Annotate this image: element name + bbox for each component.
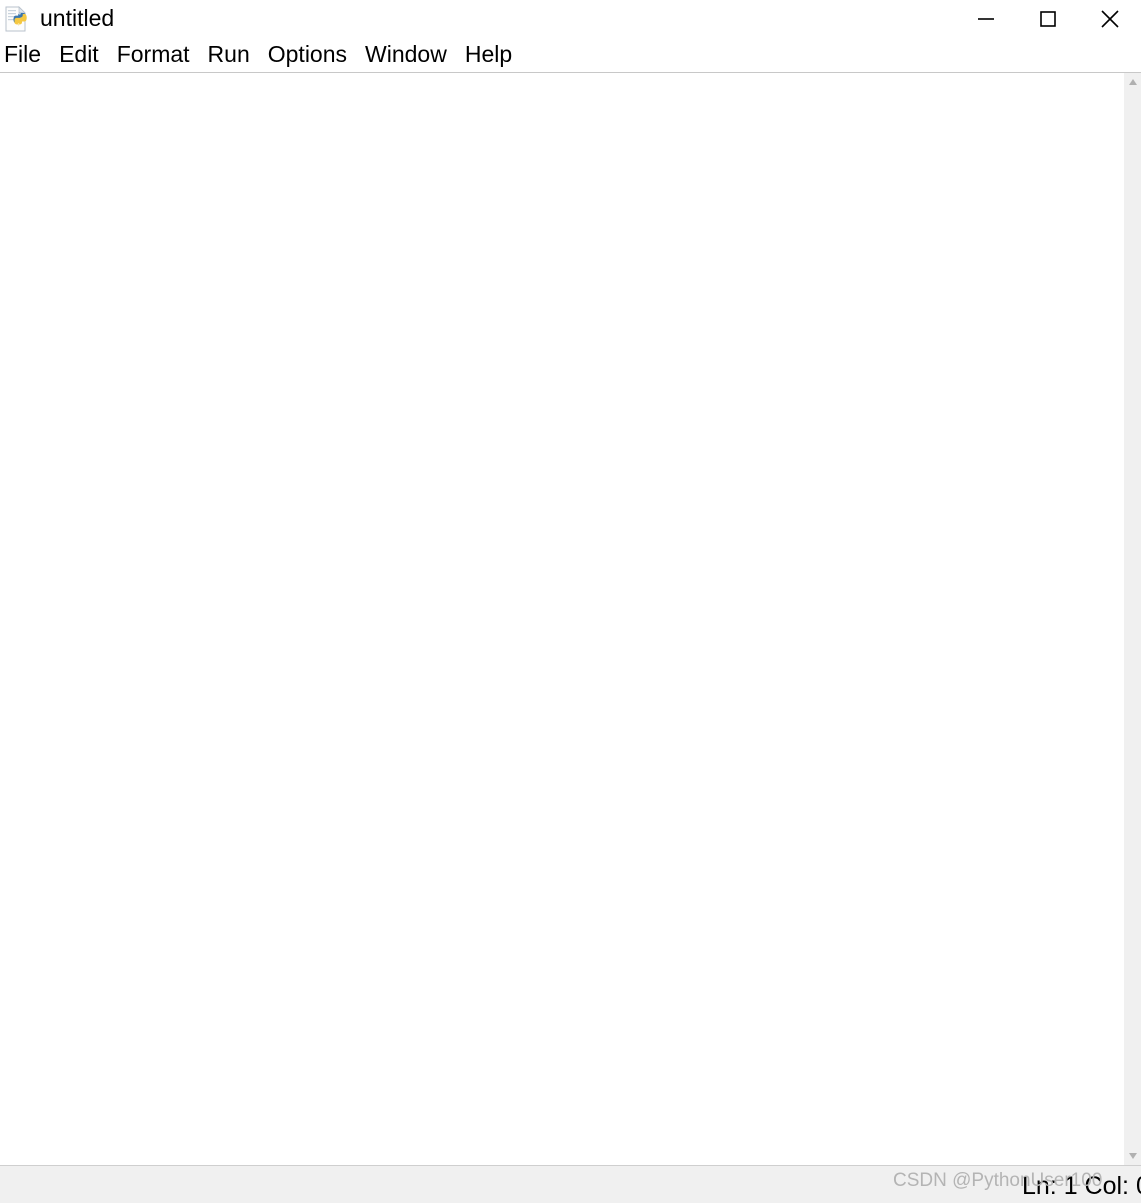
- maximize-button[interactable]: [1017, 0, 1079, 37]
- scrollbar-track[interactable]: [1124, 91, 1141, 1147]
- status-bar: Ln: 1 Col: 0: [0, 1165, 1141, 1203]
- minimize-button[interactable]: [955, 0, 1017, 37]
- menu-item-window[interactable]: Window: [356, 43, 456, 66]
- menu-item-file[interactable]: File: [1, 43, 50, 66]
- menu-item-run[interactable]: Run: [199, 43, 259, 66]
- menu-item-edit[interactable]: Edit: [50, 43, 108, 66]
- scroll-down-arrow-icon[interactable]: [1124, 1147, 1141, 1165]
- window-controls: [955, 0, 1141, 37]
- python-file-icon: [3, 5, 31, 33]
- menu-item-help[interactable]: Help: [456, 43, 521, 66]
- window-title: untitled: [40, 5, 115, 31]
- menu-item-format[interactable]: Format: [108, 43, 199, 66]
- vertical-scrollbar[interactable]: [1123, 73, 1141, 1165]
- idle-editor-window: untitled File Edit Format Run Options Wi…: [0, 0, 1141, 1203]
- cursor-position-status: Ln: 1 Col: 0: [1022, 1172, 1141, 1200]
- title-bar: untitled: [0, 0, 1141, 37]
- title-bar-left: untitled: [0, 5, 114, 33]
- editor-area: [0, 73, 1141, 1165]
- maximize-icon: [1040, 10, 1056, 27]
- menu-bar: File Edit Format Run Options Window Help: [0, 37, 1141, 73]
- menu-item-options[interactable]: Options: [259, 43, 356, 66]
- minimize-icon: [978, 17, 994, 20]
- scroll-up-arrow-icon[interactable]: [1124, 73, 1141, 91]
- code-editor-textarea[interactable]: [0, 73, 1123, 1165]
- close-button[interactable]: [1079, 0, 1141, 37]
- close-icon: [1101, 9, 1119, 28]
